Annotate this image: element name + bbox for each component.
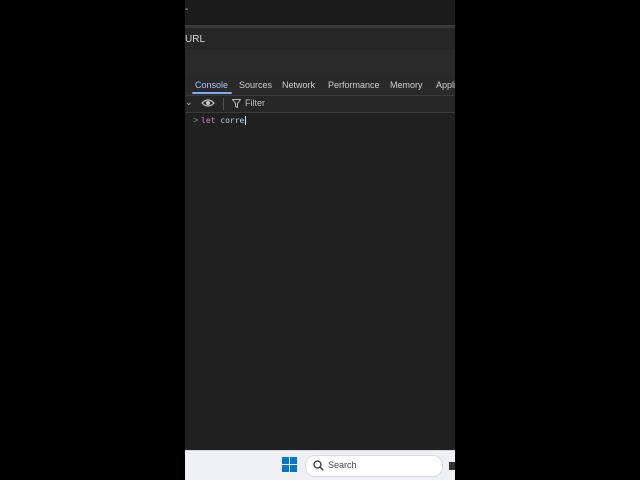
browser-titlebar: - (185, 0, 455, 25)
console-output-area[interactable]: > let corre (185, 113, 455, 450)
tab-performance[interactable]: Performance (328, 80, 380, 90)
tab-network[interactable]: Network (282, 80, 315, 90)
address-bar[interactable]: URL (185, 28, 455, 50)
console-prompt-chevron: > (193, 115, 199, 125)
toolbar-divider (223, 98, 224, 110)
filter-icon (232, 99, 241, 108)
windows-start-icon[interactable] (282, 457, 297, 472)
active-tab-indicator (192, 92, 232, 94)
taskbar-app-icon[interactable] (449, 462, 455, 470)
eye-icon[interactable] (201, 98, 215, 108)
address-bar-text: URL (185, 34, 206, 45)
tab-sources[interactable]: Sources (239, 80, 272, 90)
tab-memory[interactable]: Memory (390, 80, 423, 90)
console-toolbar: ⌄ Filter (185, 96, 455, 113)
code-identifier: corre (220, 116, 245, 125)
filter-input[interactable]: Filter (245, 98, 265, 108)
search-placeholder: Search (328, 460, 357, 470)
screen-viewport: - URL Console Sources Network Performanc… (185, 0, 455, 480)
tab-console[interactable]: Console (195, 80, 228, 90)
code-keyword: let (201, 116, 216, 125)
taskbar-search-box[interactable]: Search (305, 455, 443, 477)
tab-application[interactable]: Appli (436, 80, 455, 90)
search-icon (313, 460, 324, 471)
text-caret (245, 116, 247, 125)
titlebar-fragment: - (185, 4, 189, 15)
chevron-down-icon[interactable]: ⌄ (185, 97, 193, 108)
page-area-strip (185, 50, 455, 75)
console-input-line[interactable]: let corre (201, 116, 247, 125)
